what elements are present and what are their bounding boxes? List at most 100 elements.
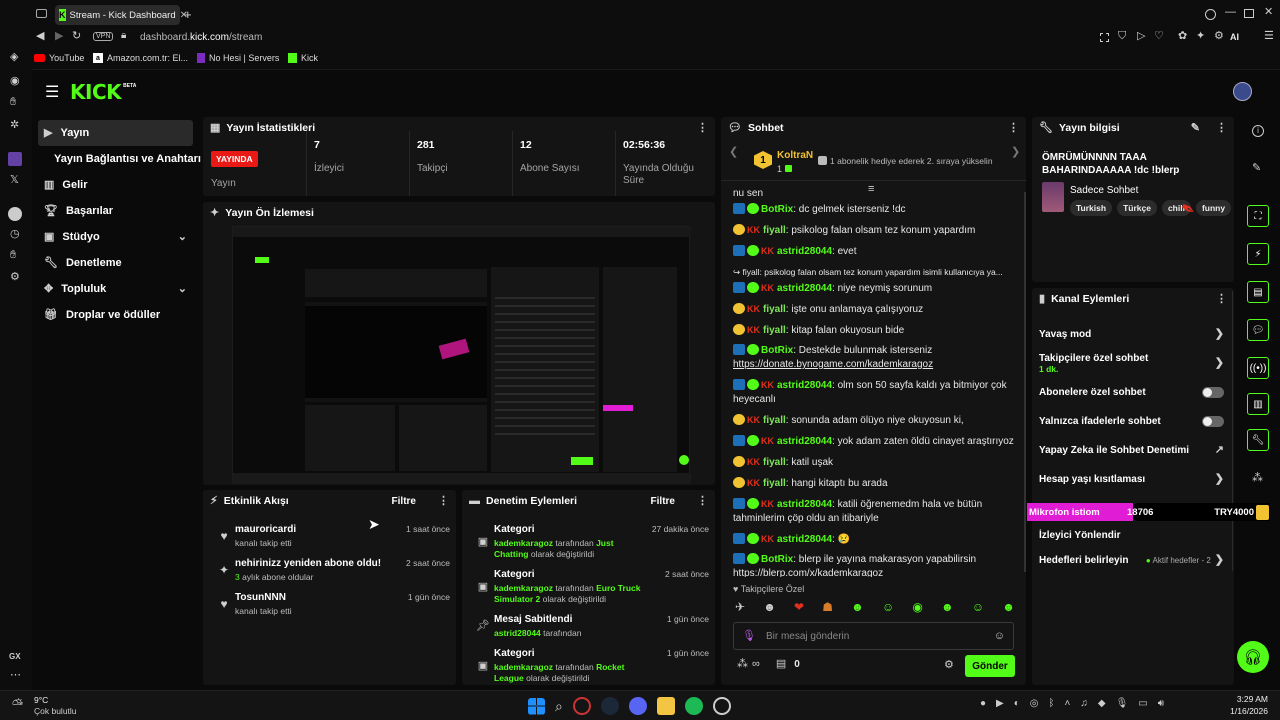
chat-message[interactable]: BotRix: Destekde bulunmak isterseniz http… <box>721 344 1026 372</box>
clock-icon[interactable]: ◷ <box>10 229 20 240</box>
active-tab[interactable]: K Stream - Kick Dashboard ✕ <box>55 5 188 25</box>
chat-username[interactable]: fiyall <box>763 457 786 468</box>
tag-chip[interactable]: Türkçe <box>1117 200 1157 216</box>
minimize-icon[interactable]: — <box>1225 7 1236 18</box>
menu-icon[interactable]: ☰ <box>1264 31 1274 42</box>
sparkle-icon[interactable]: ✦ <box>1196 31 1205 42</box>
category-name[interactable]: Sadece Sohbet <box>1070 185 1138 196</box>
maximize-icon[interactable] <box>1244 9 1254 18</box>
lock-icon[interactable]: 🔒︎ <box>121 31 126 41</box>
bookmarks-sidebar-icon[interactable]: ◈ <box>10 52 18 63</box>
subs-chat-row[interactable]: Abonelere özel sohbet <box>1032 378 1234 407</box>
gx-label[interactable]: GX <box>9 652 21 661</box>
bookmark-kick[interactable]: Kick <box>288 53 318 63</box>
nav-revenue[interactable]: ▥ Gelir <box>38 172 193 198</box>
chat-username[interactable]: BotRix <box>761 204 793 215</box>
chat-username[interactable]: astrid28044 <box>777 534 832 545</box>
channel-points[interactable]: ⁂ ∞ ▤ 0 <box>737 659 800 671</box>
chat-settings-icon[interactable]: ⚙ <box>944 660 954 671</box>
nav-drops[interactable]: 🎁︎ Droplar ve ödüller <box>38 302 193 328</box>
x-icon[interactable]: 𝕏 <box>10 175 19 186</box>
chat-username[interactable]: fiyall <box>763 325 786 336</box>
heart-icon[interactable]: ♡ <box>1154 31 1164 42</box>
chevron-right-icon[interactable]: ❯ <box>1011 147 1020 158</box>
rail-button-doc[interactable]: ▤ <box>1247 281 1269 303</box>
shield-icon[interactable]: ⛉ <box>1118 31 1126 42</box>
tray-volume-icon[interactable]: 🔊︎ <box>1158 698 1164 709</box>
discord-icon[interactable] <box>628 697 647 715</box>
emote-icon[interactable]: ☻ <box>1002 601 1015 613</box>
search-icon[interactable]: ⌕ <box>555 699 563 713</box>
chat-username[interactable]: astrid28044 <box>777 436 832 447</box>
chat-input[interactable]: 🎙︎ Bir mesaj gönderin ☺ <box>733 622 1014 650</box>
chat-message[interactable]: ↪ fiyall: psikolog falan olsam tez konum… <box>721 265 1026 279</box>
weather-icon[interactable]: ⛅︎ <box>12 696 23 713</box>
emote-icon[interactable]: ☺ <box>972 601 984 613</box>
chat-username[interactable]: BotRix <box>761 554 793 565</box>
emote-icon[interactable]: ◉ <box>912 601 922 613</box>
goals-row[interactable]: Hedefleri belirleyin ● Aktif hedefler - 2… <box>1032 546 1234 575</box>
list-item[interactable]: ♥ TosunNNN kanalı takip etti 1 gün önce <box>203 592 456 616</box>
emote-icon[interactable]: ❤ <box>794 601 804 613</box>
chat-message[interactable]: BotRix: dc gelmek isterseniz !dc <box>721 203 1026 217</box>
chat-message[interactable]: KK fiyall: katil uşak <box>721 455 1026 470</box>
filter-button[interactable]: Filtre <box>651 496 675 507</box>
emoji-icon[interactable]: ☺ <box>994 630 1005 642</box>
vpn-badge[interactable]: VPN <box>93 32 114 41</box>
slow-mode-row[interactable]: Yavaş mod ❯ <box>1032 320 1234 349</box>
bookmark-nohesi[interactable]: No Hesi | Servers <box>197 53 279 63</box>
ai-mod-row[interactable]: Yapay Zeka ile Sohbet Denetimi ↗ <box>1032 436 1234 465</box>
emote-icon[interactable]: ☻ <box>941 601 954 613</box>
chevron-left-icon[interactable]: ❮ <box>729 147 738 158</box>
play-icon[interactable]: ▷ <box>1137 31 1145 42</box>
chat-username[interactable]: astrid28044 <box>777 283 832 294</box>
tray-app-icon[interactable]: ◐ <box>1014 698 1020 709</box>
points-rail-icon[interactable]: ⁂ <box>1252 473 1263 484</box>
chat-link[interactable]: https://donate.bynogame.com/kademkaragoz <box>733 359 933 370</box>
nav-moderation[interactable]: 🔧︎ Denetleme <box>38 250 193 276</box>
snapshot-icon[interactable] <box>1100 33 1109 42</box>
more-sidebar-icon[interactable]: ⋯ <box>10 670 21 681</box>
preview-video[interactable] <box>232 226 691 484</box>
more-icon[interactable]: ⋮ <box>1216 293 1227 305</box>
chat-link[interactable]: https://blerp.com/x/kademkaragoz <box>733 568 883 577</box>
opera-gx-icon[interactable] <box>572 697 591 715</box>
more-icon[interactable]: ⋮ <box>438 495 449 507</box>
rail-button-expand[interactable]: ⛶ <box>1247 205 1269 227</box>
chat-message[interactable]: KK astrid28044: niye neymiş sorunum <box>721 281 1026 296</box>
chat-username[interactable]: astrid28044 <box>777 246 832 257</box>
folder-icon[interactable] <box>656 697 675 715</box>
chat-username[interactable]: BotRix <box>761 345 793 356</box>
nav-stream[interactable]: ▶︎ Yayın <box>38 120 193 146</box>
chat-message[interactable]: KK astrid28044: yok adam zaten öldü cinay… <box>721 434 1026 449</box>
chat-username[interactable]: astrid28044 <box>777 499 832 510</box>
tray-media-icon[interactable]: ▶ <box>996 698 1004 709</box>
cross-icon[interactable]: ✲ <box>10 120 19 131</box>
chat-username[interactable]: fiyall <box>763 415 786 426</box>
tag-chip[interactable]: funny <box>1195 200 1232 216</box>
search-icon[interactable] <box>1205 9 1216 20</box>
chat-message[interactable]: KK astrid28044: katili öğrenemedm hala ve… <box>721 497 1026 526</box>
extension-icon[interactable]: ✿ <box>1178 31 1187 42</box>
list-item[interactable]: ♥ mauroricardi kanalı takip etti 1 saat ö… <box>203 524 456 548</box>
chat-message[interactable]: KK astrid28044: 😢 <box>721 532 1026 547</box>
puzzle-icon[interactable]: ✋︎ <box>10 250 16 261</box>
chat-message[interactable]: KK fiyall: kitap falan okuyosun bide <box>721 323 1026 338</box>
aria-icon[interactable]: ◉ <box>10 76 20 87</box>
chat-message[interactable]: KK fiyall: sonunda adam ölüyo niye okuyos… <box>721 413 1026 428</box>
edit-icon[interactable]: ✎ <box>1191 122 1200 134</box>
address-bar[interactable]: dashboard.kick.com/stream <box>140 32 262 43</box>
reload-icon[interactable]: ↻ <box>72 31 81 42</box>
spotify-icon[interactable] <box>684 697 703 715</box>
app-icon[interactable] <box>712 697 731 715</box>
emote-icon[interactable]: ☗ <box>822 601 833 613</box>
chat-scrollbar[interactable] <box>1024 192 1026 572</box>
tray-chevron-icon[interactable]: ˄ <box>1065 698 1071 709</box>
chat-username[interactable]: fiyall <box>763 478 786 489</box>
microphone-icon[interactable]: 🎙︎ <box>742 630 756 642</box>
more-icon[interactable]: ⋮ <box>1008 122 1019 134</box>
list-item[interactable]: 📌︎ Mesaj Sabitlendi astrid28044 tarafında… <box>462 614 715 639</box>
bookmark-amazon[interactable]: a Amazon.com.tr: El... <box>93 53 188 63</box>
nav-achievements[interactable]: 🏆︎ Başarılar <box>38 198 193 224</box>
new-tab-icon[interactable]: + <box>184 8 192 21</box>
